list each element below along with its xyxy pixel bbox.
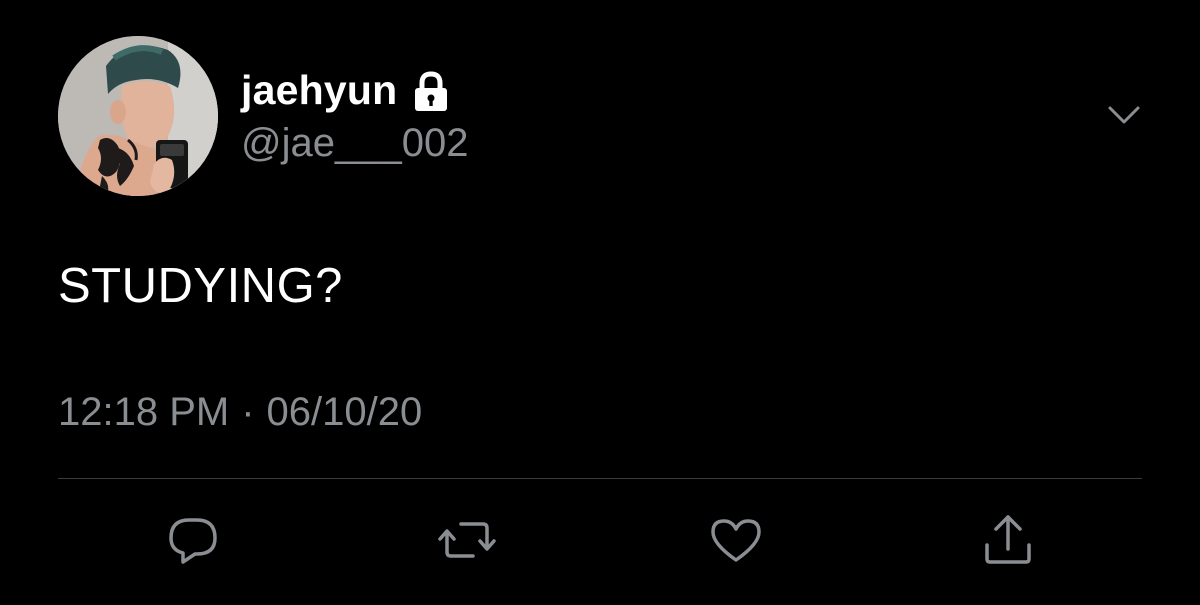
tweet-text: STUDYING? [58,259,343,313]
heart-icon [711,519,761,562]
author-name-row[interactable]: jaehyun [241,66,451,114]
retweet-button[interactable] [437,510,497,570]
avatar-photo [58,36,218,196]
chevron-down-icon[interactable] [1102,96,1146,136]
lock-icon [411,71,451,113]
divider [58,478,1142,479]
timestamp: 12:18 PM · 06/10/20 [58,390,422,435]
tweet: jaehyun @jae___002 STUDYING? 12:18 PM · … [0,0,1200,605]
reply-button[interactable] [163,510,223,570]
like-button[interactable] [706,510,766,570]
retweet-arrows-icon [438,522,496,558]
avatar[interactable] [58,36,218,196]
display-name[interactable]: jaehyun [241,67,397,114]
share-upload-icon [985,515,1031,564]
tweet-date[interactable]: 06/10/20 [267,390,423,435]
share-button[interactable] [978,510,1038,570]
speech-bubble-icon [169,518,217,564]
timestamp-separator: · [241,390,255,434]
tweet-time[interactable]: 12:18 PM [58,390,229,435]
user-handle[interactable]: @jae___002 [241,121,468,166]
